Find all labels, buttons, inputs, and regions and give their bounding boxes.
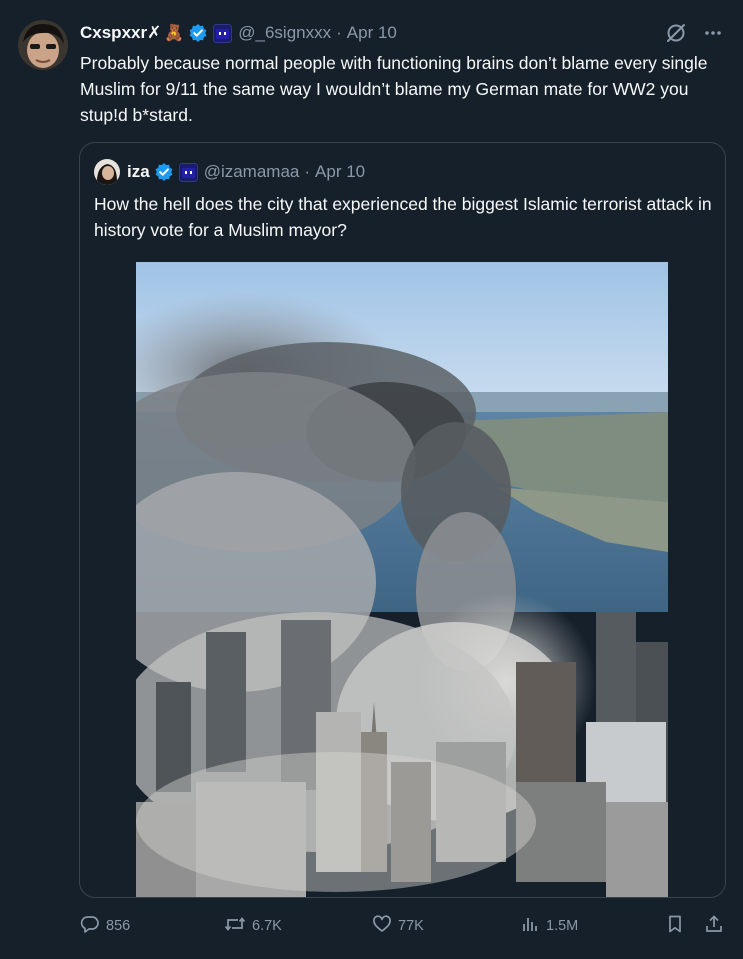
views-button[interactable]: 1.5M xyxy=(520,914,578,938)
quoted-tweet-text: How the hell does the city that experien… xyxy=(94,194,712,240)
more-icon[interactable] xyxy=(703,23,723,48)
quoted-tweet[interactable]: iza @izamamaa · Apr 10 How the hell does… xyxy=(79,142,726,898)
tweet-text: Probably because normal people with func… xyxy=(80,53,708,125)
view-count: 1.5M xyxy=(546,918,579,934)
quoted-tweet-header: iza @izamamaa · Apr 10 xyxy=(94,159,365,185)
grok-icon[interactable] xyxy=(665,22,687,49)
quoted-verified-badge-icon[interactable] xyxy=(154,162,174,182)
tweet-header: Cxspxxr✗ 🧸 @_6signxxx · Apr 10 xyxy=(80,20,397,46)
tweet-top-actions xyxy=(665,22,723,49)
repost-icon xyxy=(224,914,246,938)
author-display-name[interactable]: Cxspxxr✗ xyxy=(80,23,161,43)
author-avatar[interactable] xyxy=(18,20,68,70)
quoted-author-display-name[interactable]: iza xyxy=(127,162,150,182)
bookmark-button[interactable] xyxy=(665,914,685,938)
bookmark-icon xyxy=(665,914,685,938)
verified-badge-icon[interactable] xyxy=(188,23,208,43)
like-count: 77K xyxy=(398,918,424,934)
reply-count: 856 xyxy=(106,918,131,934)
separator-dot: · xyxy=(336,23,342,42)
share-button[interactable] xyxy=(704,914,724,938)
quoted-affiliate-badge-icon[interactable] xyxy=(178,162,198,182)
like-icon xyxy=(372,914,392,938)
reply-icon xyxy=(80,914,100,938)
quoted-author-avatar[interactable] xyxy=(94,159,120,185)
views-icon xyxy=(520,914,540,938)
quoted-tweet-photo[interactable] xyxy=(136,262,668,897)
share-icon xyxy=(704,914,724,938)
affiliate-badge-icon[interactable] xyxy=(213,23,233,43)
tweet-date[interactable]: Apr 10 xyxy=(347,23,397,43)
reply-button[interactable]: 856 xyxy=(80,914,130,938)
author-handle[interactable]: @_6signxxx xyxy=(238,23,331,43)
repost-button[interactable]: 6.7K xyxy=(224,914,282,938)
quoted-separator-dot: · xyxy=(304,162,311,181)
repost-count: 6.7K xyxy=(252,918,282,934)
quoted-tweet-date[interactable]: Apr 10 xyxy=(315,162,365,182)
tweet-action-bar: 856 6.7K 77K 1.5M xyxy=(0,914,743,942)
name-emoji: 🧸 xyxy=(164,25,185,42)
tweet[interactable]: Cxspxxr✗ 🧸 @_6signxxx · Apr 10 Probably … xyxy=(0,0,743,959)
like-button[interactable]: 77K xyxy=(372,914,424,938)
quoted-author-handle[interactable]: @izamamaa xyxy=(204,162,300,182)
